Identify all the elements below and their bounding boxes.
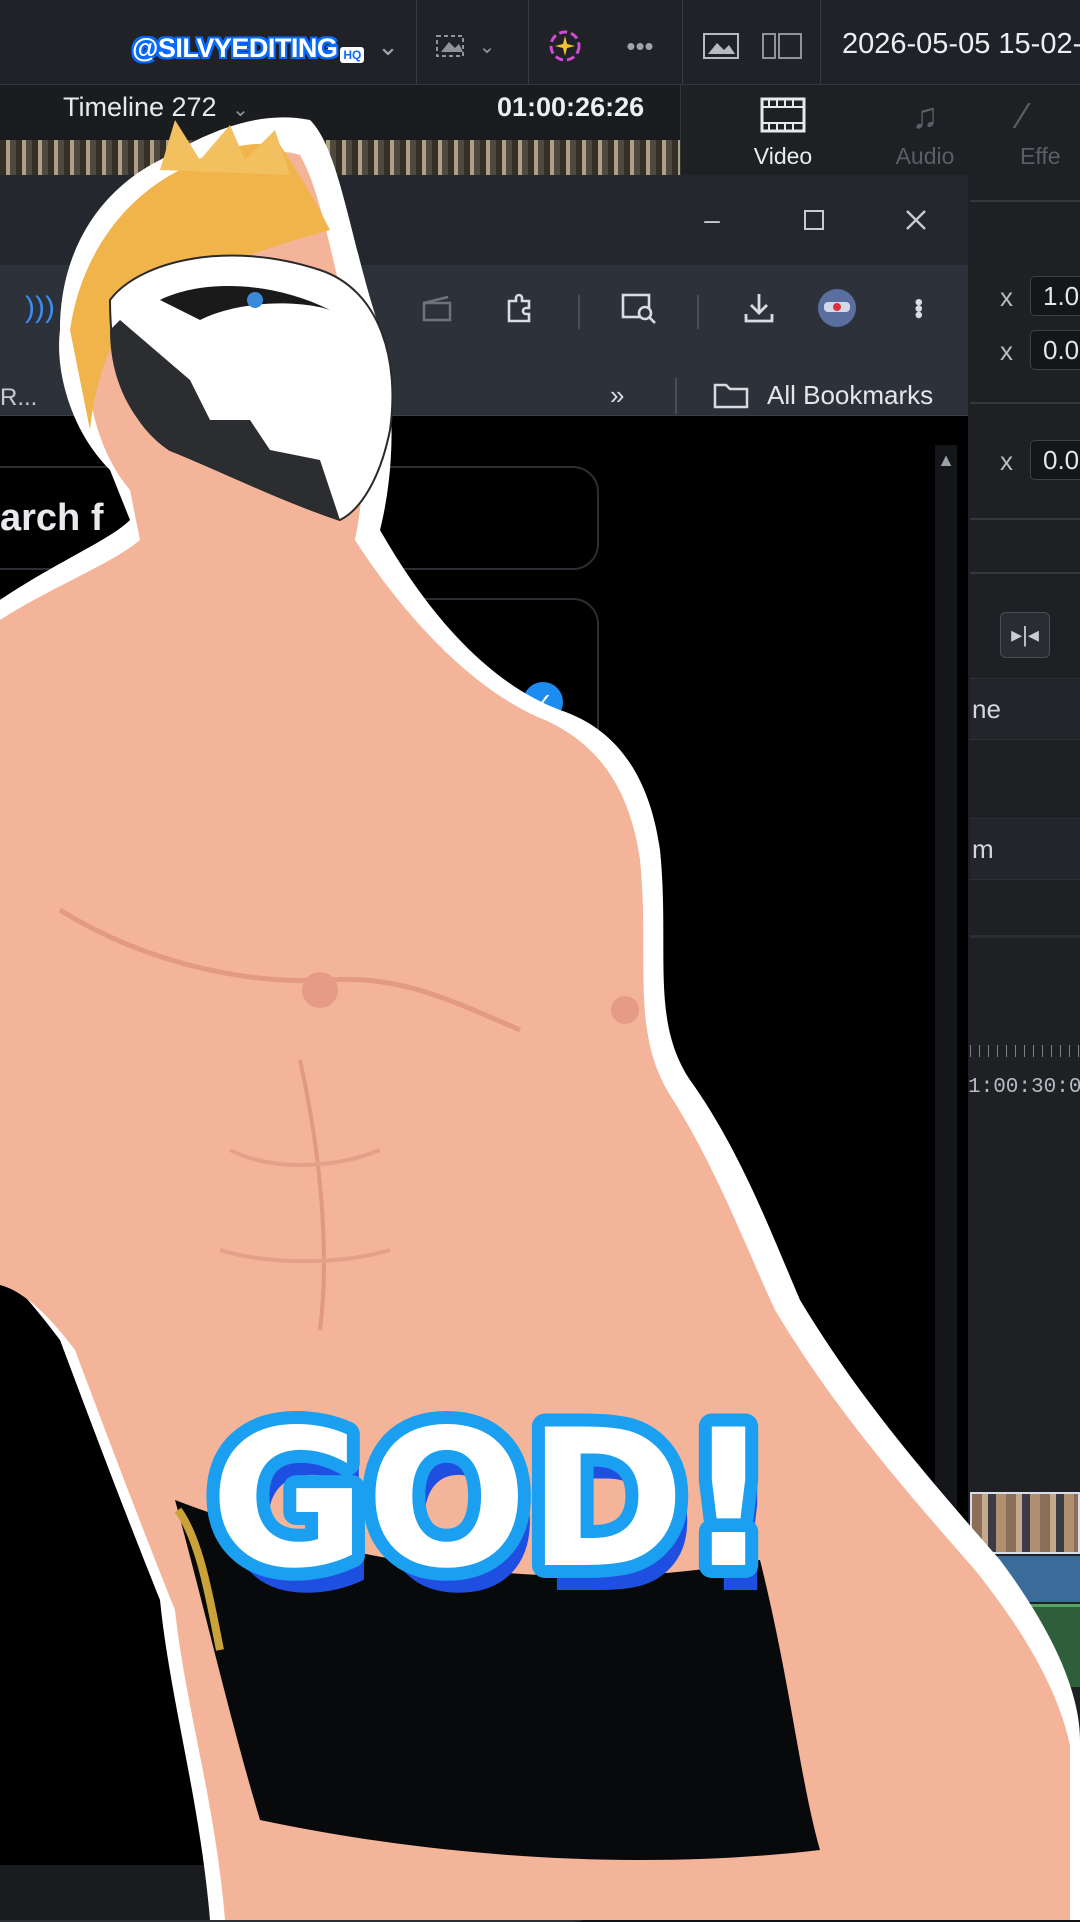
character-outline <box>0 117 1080 1920</box>
toolbar-divider <box>682 0 683 84</box>
clip-datetime: 2026-05-05 15-02- <box>842 28 1080 60</box>
watermark-badge: HQ <box>340 47 365 63</box>
sparkle-icon <box>549 30 581 62</box>
chevron-down-icon: ⌄ <box>478 35 496 58</box>
transform-icon <box>435 35 464 57</box>
image-viewer-icon[interactable] <box>697 26 745 66</box>
dual-panel-icon <box>762 33 802 59</box>
character-sticker <box>0 117 1080 1920</box>
picture-icon <box>703 33 739 59</box>
color-effects-button[interactable] <box>540 26 590 66</box>
transform-tool-button[interactable]: ⌄ <box>422 26 502 66</box>
chevron-down-icon[interactable]: ⌄ <box>368 26 408 66</box>
split-view-icon[interactable] <box>758 26 806 66</box>
toolbar-divider <box>528 0 529 84</box>
caption-text: GOD! GOD! <box>197 1376 785 1630</box>
watermark-text: @SILVYEDITING <box>132 32 338 63</box>
toolbar-divider <box>416 0 417 84</box>
watermark: @SILVYEDITING HQ <box>132 28 365 68</box>
caption-main: GOD! <box>210 1389 772 1610</box>
more-options-icon[interactable]: ••• <box>612 26 668 66</box>
toolbar-divider <box>820 0 821 84</box>
